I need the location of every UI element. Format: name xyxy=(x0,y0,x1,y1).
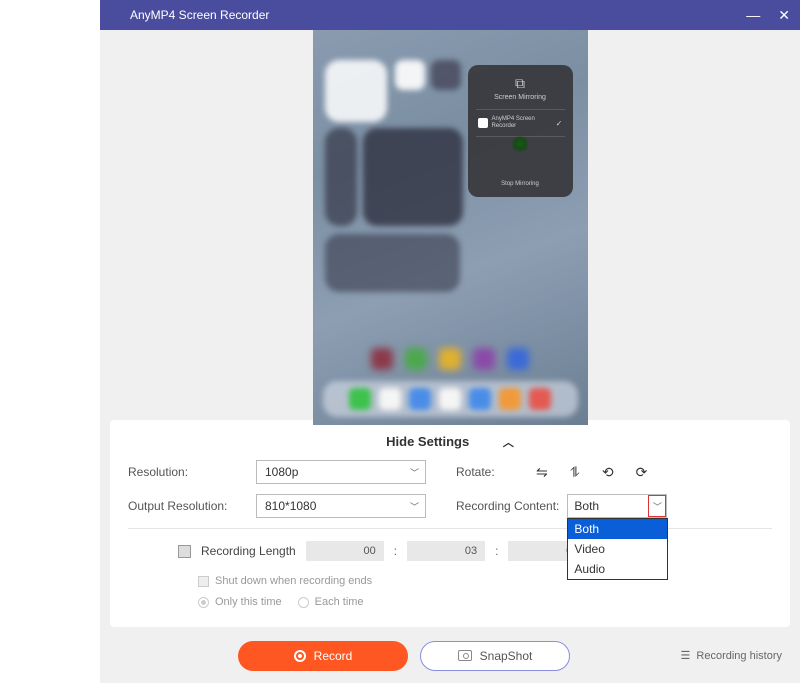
recording-length-checkbox[interactable] xyxy=(178,545,191,558)
stop-mirroring: Stop Mirroring xyxy=(476,175,565,187)
widget xyxy=(325,128,357,226)
dropdown-option-both[interactable]: Both xyxy=(568,519,667,539)
widget xyxy=(325,234,460,292)
hide-settings-label: Hide Settings xyxy=(386,434,469,449)
recording-length-label: Recording Length xyxy=(201,544,296,558)
app-icon xyxy=(507,348,529,370)
colon: : xyxy=(394,544,397,558)
shutdown-label: Shut down when recording ends xyxy=(215,571,372,592)
resolution-label: Resolution: xyxy=(128,465,248,479)
chevron-up-icon: ︿ xyxy=(503,434,514,450)
output-resolution-select[interactable]: 810*1080 ﹀ xyxy=(256,494,426,518)
dock xyxy=(323,381,578,417)
stop-indicator xyxy=(513,137,527,151)
only-this-time-radio[interactable] xyxy=(198,597,209,608)
bottom-bar: Record SnapShot ☰ Recording history xyxy=(100,641,800,683)
dock-icon xyxy=(439,388,461,410)
record-icon xyxy=(294,650,306,662)
each-label: Each time xyxy=(315,592,364,613)
widget xyxy=(431,60,461,90)
app-window: AnyMP4 Screen Recorder — ✕ ⧉ Screen Mirr… xyxy=(100,0,800,683)
mirror-title: Screen Mirroring xyxy=(476,94,565,101)
snapshot-label: SnapShot xyxy=(480,649,533,663)
recording-content-label: Recording Content: xyxy=(456,499,559,513)
dock-icon xyxy=(349,388,371,410)
colon: : xyxy=(495,544,498,558)
rotate-controls: ⇋ ⥮ ⟲ ⟳ xyxy=(536,464,647,481)
content-area: ⧉ Screen Mirroring AnyMP4 Screen Recorde… xyxy=(100,30,800,683)
app-title: AnyMP4 Screen Recorder xyxy=(130,8,269,22)
dock-icon xyxy=(529,388,551,410)
hide-settings-toggle[interactable]: Hide Settings ︿ xyxy=(128,430,772,460)
settings-panel: Hide Settings ︿ Resolution: 1080p ﹀ Rota… xyxy=(110,420,790,627)
minimize-button[interactable]: — xyxy=(746,7,760,23)
chevron-down-icon[interactable]: ﹀ xyxy=(648,495,666,517)
minutes-input[interactable] xyxy=(407,541,485,561)
window-controls: — ✕ xyxy=(746,7,790,24)
device-name: AnyMP4 Screen Recorder xyxy=(492,116,552,130)
frequency-row: Only this time Each time xyxy=(198,592,772,613)
flip-vertical-icon[interactable]: ⥮ xyxy=(570,464,580,481)
resolution-select[interactable]: 1080p ﹀ xyxy=(256,460,426,484)
shutdown-row: Shut down when recording ends xyxy=(198,571,772,592)
record-label: Record xyxy=(314,649,353,663)
recording-length-row: Recording Length : : xyxy=(178,541,772,561)
dropdown-option-audio[interactable]: Audio xyxy=(568,559,667,579)
history-label: Recording history xyxy=(696,650,782,662)
close-button[interactable]: ✕ xyxy=(778,7,790,24)
chevron-down-icon: ﹀ xyxy=(410,466,419,479)
output-resolution-value: 810*1080 xyxy=(265,499,316,513)
sub-options: Shut down when recording ends Only this … xyxy=(198,571,772,613)
resolution-row: Resolution: 1080p ﹀ Rotate: ⇋ ⥮ ⟲ ⟳ xyxy=(128,460,772,484)
flip-horizontal-icon[interactable]: ⇋ xyxy=(536,464,548,481)
dock-icon xyxy=(499,388,521,410)
chevron-down-icon: ﹀ xyxy=(410,500,419,513)
recording-history-link[interactable]: ☰ Recording history xyxy=(681,649,782,662)
dock-icon xyxy=(379,388,401,410)
hours-input[interactable] xyxy=(306,541,384,561)
check-icon: ✓ xyxy=(556,119,563,128)
shutdown-checkbox[interactable] xyxy=(198,576,209,587)
recording-content-value: Both xyxy=(574,499,599,513)
device-icon xyxy=(478,118,488,128)
rotate-left-icon[interactable]: ⟲ xyxy=(602,464,614,481)
mirror-device-item: AnyMP4 Screen Recorder ✓ xyxy=(476,109,565,137)
phone-preview: ⧉ Screen Mirroring AnyMP4 Screen Recorde… xyxy=(313,30,588,425)
rotate-right-icon[interactable]: ⟳ xyxy=(636,464,648,481)
widget xyxy=(395,60,425,90)
dropdown-option-video[interactable]: Video xyxy=(568,539,667,559)
widget xyxy=(363,128,463,226)
each-time-radio[interactable] xyxy=(298,597,309,608)
mirror-icon: ⧉ xyxy=(476,75,565,92)
record-button[interactable]: Record xyxy=(238,641,408,671)
output-resolution-label: Output Resolution: xyxy=(128,499,248,513)
app-icon xyxy=(405,348,427,370)
recording-content-dropdown: Both Video Audio xyxy=(567,518,668,580)
list-icon: ☰ xyxy=(681,649,691,662)
app-icon xyxy=(473,348,495,370)
resolution-value: 1080p xyxy=(265,465,298,479)
app-icon xyxy=(439,348,461,370)
recording-content-select[interactable]: Both ﹀ Both Video Audio xyxy=(567,494,667,518)
dock-icon xyxy=(409,388,431,410)
output-row: Output Resolution: 810*1080 ﹀ Recording … xyxy=(128,494,772,518)
camera-icon xyxy=(458,650,472,661)
dock-icon xyxy=(469,388,491,410)
home-row xyxy=(313,348,588,370)
widget xyxy=(325,60,387,122)
only-label: Only this time xyxy=(215,592,282,613)
divider xyxy=(128,528,772,529)
preview-area: ⧉ Screen Mirroring AnyMP4 Screen Recorde… xyxy=(100,30,800,420)
titlebar: AnyMP4 Screen Recorder — ✕ xyxy=(100,0,800,30)
snapshot-button[interactable]: SnapShot xyxy=(420,641,570,671)
app-icon xyxy=(371,348,393,370)
rotate-label: Rotate: xyxy=(456,465,506,479)
screen-mirroring-dialog: ⧉ Screen Mirroring AnyMP4 Screen Recorde… xyxy=(468,65,573,197)
